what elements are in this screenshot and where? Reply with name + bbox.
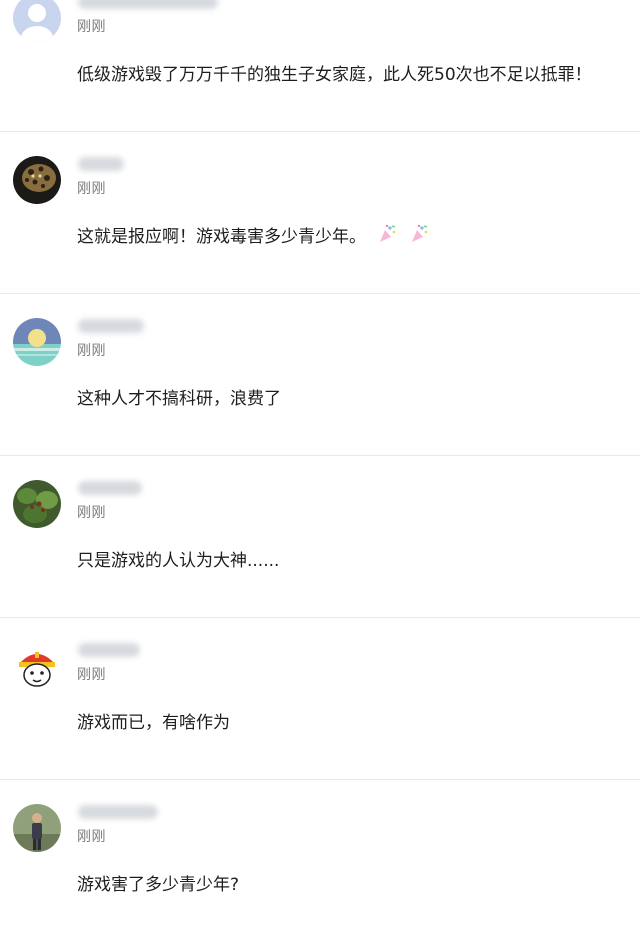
username-blurred[interactable] [78, 805, 158, 819]
comment-time: 刚刚 [77, 505, 106, 521]
username-blurred[interactable] [78, 319, 144, 333]
comment-item: 刚刚 只是游戏的人认为大神...... [0, 456, 640, 618]
username-blurred[interactable] [78, 0, 218, 9]
party-popper-icon [377, 224, 397, 249]
comment-time: 刚刚 [77, 829, 106, 845]
comment-time: 刚刚 [77, 667, 106, 683]
comment-item: 刚刚 低级游戏毁了万万千千的独生子女家庭，此人死50次也不足以抵罪！ [0, 0, 640, 132]
person-outdoor-avatar[interactable] [13, 804, 61, 852]
comment-time: 刚刚 [77, 343, 106, 359]
comment-text: 游戏害了多少青少年? [77, 875, 240, 895]
comment-text: 这种人才不搞科研，浪费了 [77, 389, 281, 409]
comment-list: 刚刚 低级游戏毁了万万千千的独生子女家庭，此人死50次也不足以抵罪！ 刚刚 这就… [0, 0, 640, 942]
comment-time: 刚刚 [77, 181, 106, 197]
comment-item: 刚刚 游戏害了多少青少年? [0, 780, 640, 942]
username-blurred[interactable] [78, 157, 124, 171]
comment-text-content: 这就是报应啊！游戏毒害多少青少年。 [77, 227, 366, 247]
cartoon-firefighter-avatar[interactable] [13, 642, 61, 690]
comment-text: 低级游戏毁了万万千千的独生子女家庭，此人死50次也不足以抵罪！ [77, 65, 592, 85]
comment-item: 刚刚 游戏而已，有啥作为 [0, 618, 640, 780]
username-blurred[interactable] [78, 481, 142, 495]
comment-time: 刚刚 [77, 19, 106, 35]
comment-text: 只是游戏的人认为大神...... [77, 551, 280, 571]
plant-avatar[interactable] [13, 480, 61, 528]
username-blurred[interactable] [78, 643, 140, 657]
comment-item: 刚刚 这就是报应啊！游戏毒害多少青少年。 [0, 132, 640, 294]
comment-text: 游戏而已，有啥作为 [77, 713, 230, 733]
comment-text: 这就是报应啊！游戏毒害多少青少年。 [77, 222, 429, 249]
comment-item: 刚刚 这种人才不搞科研，浪费了 [0, 294, 640, 456]
default-user-avatar[interactable] [13, 0, 61, 42]
sunset-sea-avatar[interactable] [13, 318, 61, 366]
leopard-avatar[interactable] [13, 156, 61, 204]
party-popper-icon [409, 224, 429, 249]
